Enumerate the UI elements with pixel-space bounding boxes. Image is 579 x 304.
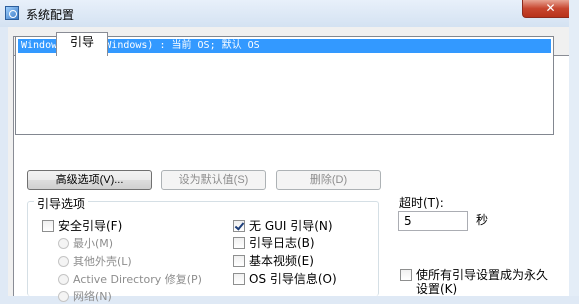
minimal-label: 最小(M)	[73, 237, 114, 250]
alternate-shell-label: 其他外壳(L)	[73, 255, 132, 268]
active-directory-repair-label: Active Directory 修复(P)	[73, 273, 202, 286]
make-permanent-checkbox[interactable]	[400, 269, 412, 281]
no-gui-boot-label: 无 GUI 引导(N)	[249, 219, 333, 233]
safe-boot-label: 安全引导(F)	[58, 219, 123, 233]
timeout-label: 超时(T):	[399, 196, 444, 210]
safe-boot-checkbox[interactable]	[42, 220, 54, 232]
window-title: 系统配置	[26, 8, 75, 22]
base-video-label: 基本视频(E)	[249, 254, 314, 268]
os-boot-info-label: OS 引导信息(O)	[249, 272, 337, 286]
system-config-icon	[5, 6, 19, 20]
os-boot-info-checkbox[interactable]	[233, 273, 245, 285]
window-frame-edge	[569, 0, 579, 296]
boot-log-label: 引导日志(B)	[249, 236, 315, 250]
active-directory-repair-radio[interactable]	[58, 274, 69, 285]
advanced-options-button[interactable]: 高级选项(V)...	[27, 170, 152, 190]
delete-button[interactable]: 删除(D)	[276, 170, 381, 190]
no-gui-boot-checkbox[interactable]	[233, 220, 245, 232]
tab-boot[interactable]: 引导	[56, 32, 108, 56]
base-video-checkbox[interactable]	[233, 255, 245, 267]
make-permanent-label-cont: 设置(K)	[416, 282, 458, 296]
network-radio[interactable]	[58, 291, 69, 302]
network-label: 网络(N)	[73, 290, 112, 303]
boot-options-title: 引导选项	[34, 195, 89, 212]
timeout-unit: 秒	[476, 213, 489, 227]
alternate-shell-radio[interactable]	[58, 256, 69, 267]
title-bar: 系统配置 ✕	[0, 0, 579, 27]
timeout-input[interactable]	[398, 211, 468, 231]
set-default-button[interactable]: 设为默认值(S)	[161, 170, 266, 190]
make-permanent-label: 使所有引导设置成为永久	[416, 268, 549, 282]
minimal-radio[interactable]	[58, 238, 69, 249]
boot-log-checkbox[interactable]	[233, 237, 245, 249]
